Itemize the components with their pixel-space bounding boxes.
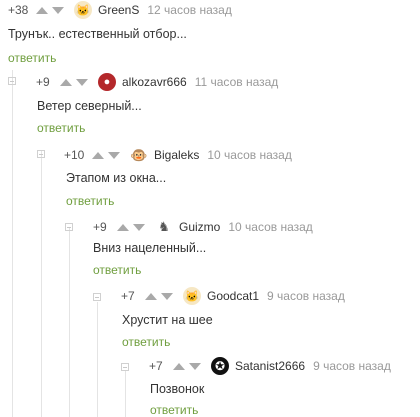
pixel-avatar-icon[interactable]: ♞: [155, 218, 173, 236]
comment-author[interactable]: Guizmo: [179, 220, 220, 234]
comment-text: Ветер северный...: [37, 99, 142, 113]
thread-line: [69, 228, 70, 417]
upvote-button[interactable]: [35, 0, 48, 20]
comment-text: Трунък.. естественный отбор...: [8, 27, 187, 41]
arrow-up-icon: [35, 6, 48, 14]
arrow-up-icon: [59, 78, 72, 86]
upvote-button[interactable]: [91, 145, 104, 165]
upvote-button[interactable]: [59, 72, 72, 92]
red-avatar-icon[interactable]: ●: [98, 73, 116, 91]
upvote-button[interactable]: [116, 217, 129, 237]
reply-link[interactable]: ответить: [8, 51, 56, 65]
comment-score: +7: [149, 359, 163, 373]
arrow-down-icon: [75, 78, 88, 86]
arrow-down-icon: [51, 6, 64, 14]
thread-line: [125, 370, 126, 417]
reply-link[interactable]: ответить: [93, 263, 141, 277]
cat-avatar-icon[interactable]: 🐱: [183, 287, 201, 305]
collapse-toggle[interactable]: [65, 223, 73, 231]
comment-time[interactable]: 12 часов назад: [147, 3, 231, 17]
collapse-toggle[interactable]: [37, 150, 45, 158]
downvote-button[interactable]: [132, 217, 145, 237]
comment-header: +7 ✪ Satanist2666 9 часов назад: [149, 356, 391, 376]
reply-link[interactable]: ответить: [66, 194, 114, 208]
upvote-button[interactable]: [144, 286, 157, 306]
comment-score: +10: [64, 148, 85, 162]
comment-text: Позвонок: [150, 382, 205, 396]
comment-time[interactable]: 9 часов назад: [313, 359, 391, 373]
downvote-button[interactable]: [75, 72, 88, 92]
comment-header: +38 🐱 GreenS 12 часов назад: [8, 0, 232, 20]
comment-header: +10 🐵 Bigaleks 10 часов назад: [64, 145, 292, 165]
comment-time[interactable]: 9 часов назад: [267, 289, 345, 303]
comment-text: Этапом из окна...: [66, 171, 167, 185]
reply-link[interactable]: ответить: [122, 335, 170, 349]
arrow-up-icon: [144, 292, 157, 300]
arrow-up-icon: [116, 223, 129, 231]
reply-link[interactable]: ответить: [37, 121, 85, 135]
comment-text: Хрустит на шее: [122, 313, 213, 327]
reply-link[interactable]: ответить: [150, 403, 198, 417]
comment-time[interactable]: 10 часов назад: [228, 220, 312, 234]
comment-author[interactable]: GreenS: [98, 3, 139, 17]
downvote-button[interactable]: [107, 145, 120, 165]
collapse-toggle[interactable]: [93, 293, 101, 301]
comment-score: +7: [121, 289, 135, 303]
thread-line: [12, 70, 13, 417]
pentagram-avatar-icon[interactable]: ✪: [211, 357, 229, 375]
arrow-down-icon: [188, 362, 201, 370]
downvote-button[interactable]: [160, 286, 173, 306]
monkey-avatar-icon[interactable]: 🐵: [130, 146, 148, 164]
comment-time[interactable]: 11 часов назад: [195, 75, 279, 89]
thread-line: [41, 150, 42, 417]
comment-time[interactable]: 10 часов назад: [207, 148, 291, 162]
comment-header: +9 ● alkozavr666 11 часов назад: [36, 72, 278, 92]
comment-author[interactable]: Satanist2666: [235, 359, 305, 373]
upvote-button[interactable]: [172, 356, 185, 376]
comment-author[interactable]: Goodcat1: [207, 289, 259, 303]
cat-avatar-icon[interactable]: 🐱: [74, 1, 92, 19]
comment-score: +38: [8, 3, 29, 17]
arrow-up-icon: [91, 151, 104, 159]
arrow-down-icon: [160, 292, 173, 300]
arrow-down-icon: [132, 223, 145, 231]
collapse-toggle[interactable]: [121, 363, 129, 371]
thread-line: [97, 302, 98, 417]
comment-author[interactable]: alkozavr666: [122, 75, 187, 89]
comment-score: +9: [93, 220, 107, 234]
arrow-up-icon: [172, 362, 185, 370]
downvote-button[interactable]: [51, 0, 64, 20]
comment-author[interactable]: Bigaleks: [154, 148, 199, 162]
downvote-button[interactable]: [188, 356, 201, 376]
comment-text: Вниз нацеленный...: [93, 241, 207, 255]
comment-header: +9 ♞ Guizmo 10 часов назад: [93, 217, 313, 237]
collapse-toggle[interactable]: [8, 77, 16, 85]
comment-header: +7 🐱 Goodcat1 9 часов назад: [121, 286, 345, 306]
arrow-down-icon: [107, 151, 120, 159]
comment-score: +9: [36, 75, 50, 89]
